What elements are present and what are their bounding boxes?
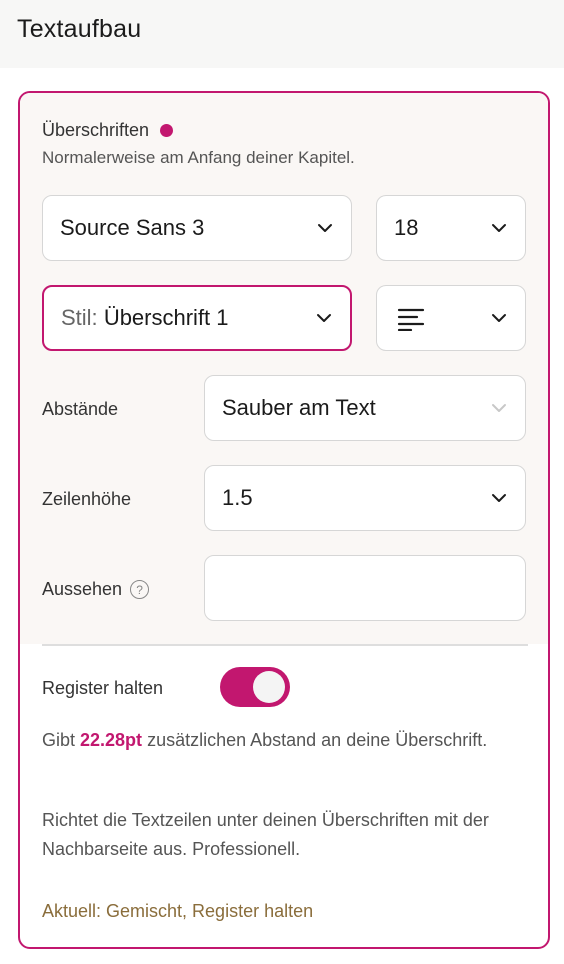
heading-style-value: Überschrift 1 [103, 305, 229, 330]
spacing-select[interactable]: Sauber am Text [204, 375, 526, 441]
chevron-down-icon [492, 314, 506, 322]
line-height-label: Zeilenhöhe [42, 489, 132, 509]
register-label: Register halten [42, 678, 164, 698]
register-info-value: 22.28pt [80, 730, 143, 750]
headings-panel: Überschriften Normalerweise am Anfang de… [18, 91, 550, 949]
heading-style-select[interactable]: Stil: Überschrift 1 [42, 285, 352, 351]
chevron-down-icon [318, 224, 332, 232]
register-toggle[interactable] [220, 667, 290, 707]
chevron-down-icon [492, 494, 506, 502]
page-title: Textaufbau [17, 15, 142, 43]
line-height-value: 1.5 [222, 485, 253, 510]
heading-style-text: Stil: Überschrift 1 [61, 305, 229, 331]
font-family-value: Source Sans 3 [60, 215, 205, 240]
font-size-value: 18 [394, 215, 419, 240]
register-status: Aktuell: Gemischt, Register halten [42, 901, 314, 921]
appearance-input[interactable] [204, 555, 526, 621]
font-size-select[interactable]: 18 [376, 195, 526, 261]
appearance-label: Aussehen ? [42, 579, 150, 600]
header-bar: Textaufbau [0, 0, 564, 68]
register-info-prefix: Gibt [42, 730, 81, 750]
spacing-value: Sauber am Text [222, 395, 376, 420]
chevron-down-icon [492, 224, 506, 232]
section-heading: Überschriften [42, 120, 174, 141]
toggle-knob [253, 671, 285, 703]
alignment-select[interactable] [376, 285, 526, 351]
register-description: Richtet die Textzeilen unter deinen Über… [42, 810, 489, 859]
help-icon[interactable]: ? [130, 580, 150, 599]
font-family-select[interactable]: Source Sans 3 [42, 195, 352, 261]
register-info-suffix: zusätzlichen Abstand an deine Überschrif… [142, 730, 488, 750]
heading-style-prefix: Stil: [61, 305, 98, 330]
panel-settings-area: Überschriften Normalerweise am Anfang de… [20, 93, 548, 644]
chevron-down-icon [492, 404, 506, 412]
divider [42, 644, 528, 646]
align-left-icon [397, 308, 425, 331]
appearance-label-text: Aussehen [42, 579, 123, 599]
section-heading-label: Überschriften [42, 120, 150, 140]
chevron-down-icon [317, 314, 331, 322]
spacing-label: Abstände [42, 399, 119, 419]
line-height-select[interactable]: 1.5 [204, 465, 526, 531]
register-info: Gibt 22.28pt zusätzlichen Abstand an dei… [42, 726, 522, 755]
section-subtext: Normalerweise am Anfang deiner Kapitel. [42, 148, 355, 167]
status-dot [160, 124, 174, 137]
